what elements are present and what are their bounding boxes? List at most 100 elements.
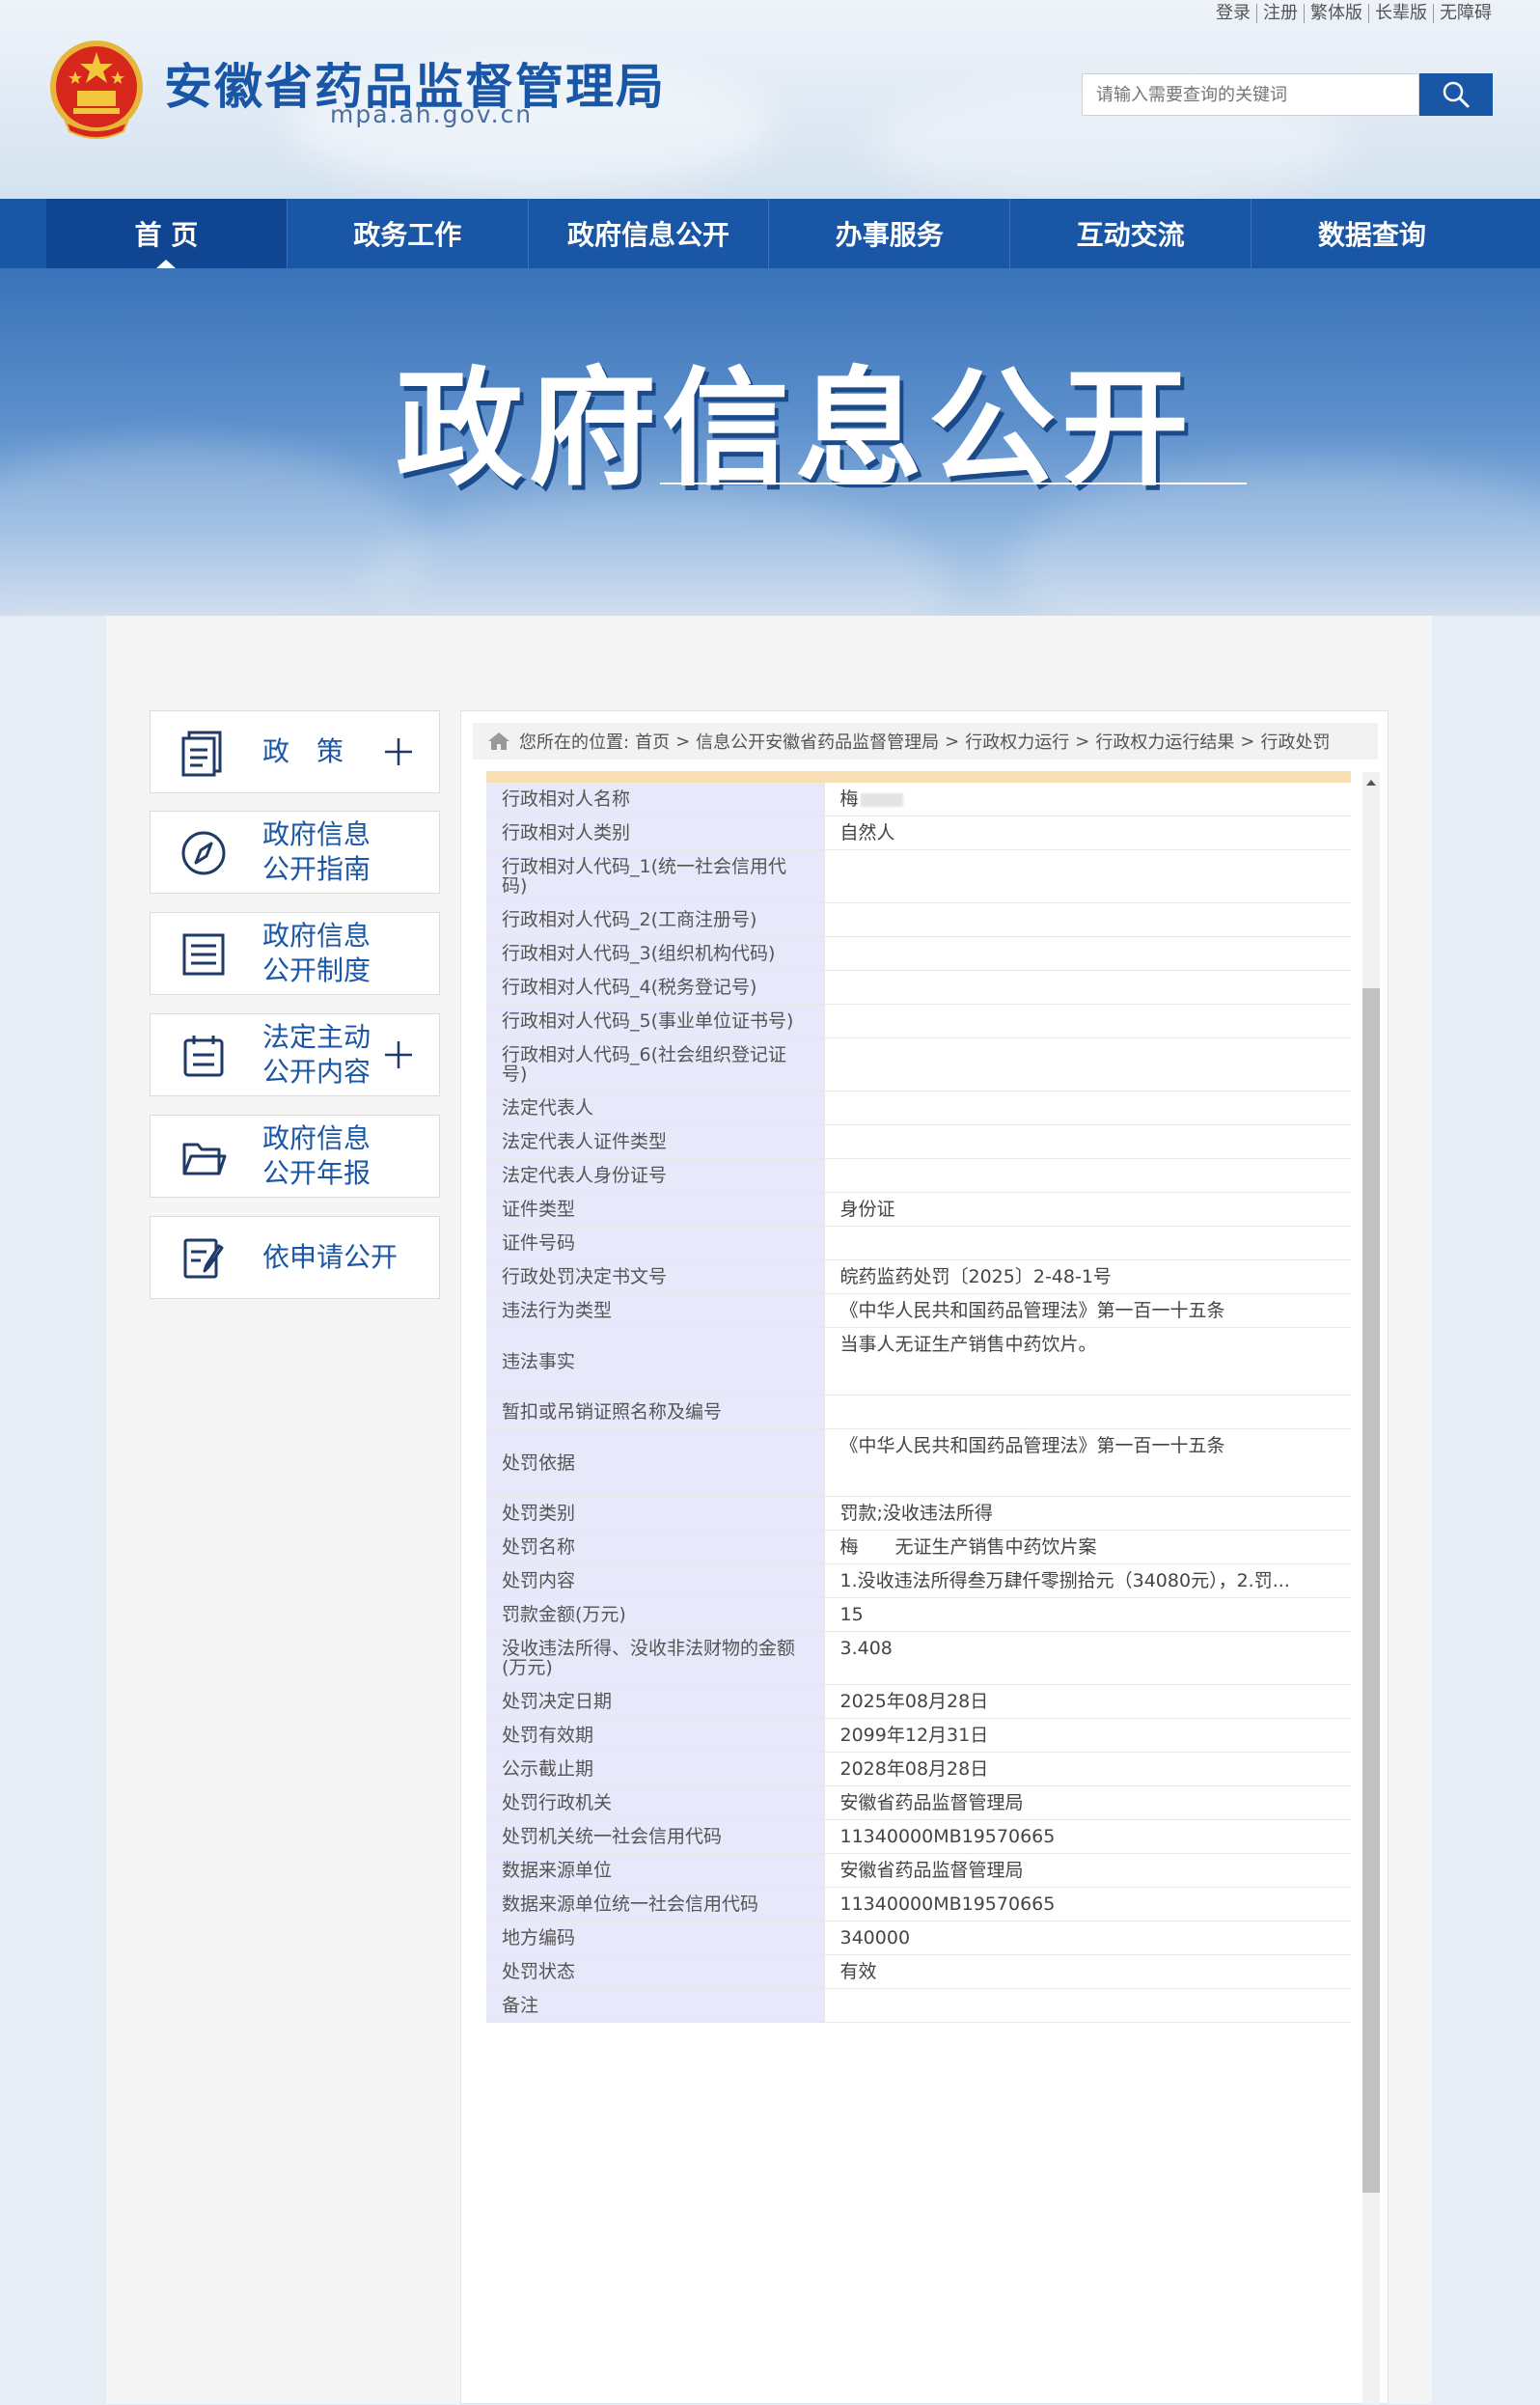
top-links: 登录 注册 繁体版 长辈版 无障碍: [1210, 4, 1492, 23]
field-label: 暂扣或吊销证照名称及编号: [486, 1395, 824, 1429]
table-row: 法定代表人: [486, 1091, 1351, 1125]
folder-icon: [182, 1143, 227, 1175]
national-emblem-icon[interactable]: [46, 39, 147, 143]
document-stack-icon: [181, 731, 222, 777]
table-row: 证件号码: [486, 1226, 1351, 1260]
field-label: 行政相对人类别: [486, 815, 824, 850]
table-row: 数据来源单位 安徽省药品监督管理局: [486, 1853, 1351, 1888]
expand-plus-icon[interactable]: [381, 1036, 416, 1074]
table-row: 地方编码 340000: [486, 1921, 1351, 1955]
field-value: [823, 1395, 1351, 1429]
nav-government-affairs[interactable]: 政务工作: [288, 199, 529, 268]
field-value: 2099年12月31日: [823, 1718, 1351, 1753]
content-scrollbar[interactable]: [1362, 772, 1380, 2404]
breadcrumb-item[interactable]: 信息公开安徽省药品监督管理局: [696, 729, 939, 754]
field-value: 15: [823, 1597, 1351, 1632]
field-value: [823, 1037, 1351, 1092]
table-row: 处罚状态 有效: [486, 1954, 1351, 1989]
penalty-record-table: 行政相对人名称梅行政相对人类别 自然人 行政相对人代码_1(统一社会信用代码) 行政相…: [486, 783, 1351, 2023]
field-label: 法定代表人身份证号: [486, 1158, 824, 1193]
traditional-chinese-link[interactable]: 繁体版: [1305, 4, 1369, 23]
sidebar-item-request-disclosure[interactable]: 依申请公开: [150, 1216, 440, 1299]
main-panel: 政 策 政府信息公开指南 政府信息公开制度 法定主动公开内容 政府信息公开年报 …: [106, 616, 1432, 2404]
table-row: 违法事实 当事人无证生产销售中药饮片。: [486, 1327, 1351, 1396]
breadcrumb-item[interactable]: 首页: [635, 729, 670, 754]
field-value: [823, 970, 1351, 1005]
table-row: 行政处罚决定书文号 皖药监药处罚〔2025〕2-48-1号: [486, 1259, 1351, 1294]
field-value: [823, 1091, 1351, 1125]
field-value: 3.408: [823, 1631, 1351, 1685]
sidebar-item-disclosure-guide[interactable]: 政府信息公开指南: [150, 811, 440, 894]
field-value: [823, 1988, 1351, 2023]
field-value: [823, 1004, 1351, 1038]
scroll-up-arrow-icon[interactable]: [1366, 780, 1376, 786]
breadcrumb-item[interactable]: 行政处罚: [1260, 729, 1330, 754]
banner-cloud: [0, 442, 425, 616]
breadcrumb-separator: >: [1075, 731, 1090, 752]
field-value: [823, 1226, 1351, 1260]
field-label: 处罚类别: [486, 1496, 824, 1531]
main-nav: 首 页 政务工作 政府信息公开 办事服务 互动交流 数据查询: [0, 199, 1540, 268]
sidebar-item-label: 政府信息公开指南: [262, 818, 371, 885]
field-label: 处罚依据: [486, 1428, 824, 1497]
nav-services[interactable]: 办事服务: [769, 199, 1011, 268]
expand-plus-icon[interactable]: [381, 733, 416, 771]
table-row: 处罚决定日期 2025年08月28日: [486, 1684, 1351, 1719]
field-label: 行政相对人代码_4(税务登记号): [486, 970, 824, 1005]
field-label: 违法行为类型: [486, 1293, 824, 1328]
table-row: 行政相对人名称梅: [486, 783, 1351, 816]
field-value: 《中华人民共和国药品管理法》第一百一十五条: [823, 1293, 1351, 1328]
field-label: 处罚名称: [486, 1530, 824, 1564]
field-value: 11340000MB19570665: [823, 1819, 1351, 1854]
register-link[interactable]: 注册: [1257, 4, 1305, 23]
field-label: 罚款金额(万元): [486, 1597, 824, 1632]
table-row: 处罚机关统一社会信用代码 11340000MB19570665: [486, 1819, 1351, 1854]
field-label: 公示截止期: [486, 1752, 824, 1786]
search-input[interactable]: [1082, 73, 1419, 116]
table-top-bar: [486, 771, 1351, 783]
field-value-text: 梅: [839, 788, 859, 810]
sidebar-item-policy[interactable]: 政 策: [150, 710, 440, 793]
sidebar-item-label: 政 策: [262, 735, 344, 767]
login-link[interactable]: 登录: [1210, 4, 1257, 23]
table-row: 行政相对人代码_6(社会组织登记证号): [486, 1037, 1351, 1092]
field-label: 数据来源单位: [486, 1853, 824, 1888]
nav-interaction[interactable]: 互动交流: [1010, 199, 1251, 268]
field-label: 行政相对人代码_1(统一社会信用代码): [486, 849, 824, 903]
breadcrumb-item[interactable]: 行政权力运行结果: [1095, 729, 1234, 754]
sidebar-item-label: 政府信息公开制度: [262, 920, 371, 986]
sidebar-item-annual-report[interactable]: 政府信息公开年报: [150, 1115, 440, 1198]
table-row: 没收违法所得、没收非法财物的金额(万元) 3.408: [486, 1631, 1351, 1685]
field-label: 行政相对人代码_5(事业单位证书号): [486, 1004, 824, 1038]
breadcrumb-item[interactable]: 行政权力运行: [965, 729, 1069, 754]
field-value: 罚款;没收违法所得: [823, 1496, 1351, 1531]
field-value: [823, 902, 1351, 937]
table-row: 数据来源单位统一社会信用代码 11340000MB19570665: [486, 1887, 1351, 1921]
sidebar-item-disclosure-system[interactable]: 政府信息公开制度: [150, 912, 440, 995]
breadcrumb-separator: >: [1240, 731, 1255, 752]
accessibility-link[interactable]: 无障碍: [1434, 4, 1492, 23]
field-label: 行政相对人代码_3(组织机构代码): [486, 936, 824, 971]
field-label: 证件类型: [486, 1192, 824, 1227]
field-value: 1.没收违法所得叁万肆仟零捌拾元（34080元），2.罚...: [823, 1563, 1351, 1598]
record-table-container[interactable]: 行政相对人名称梅行政相对人类别 自然人 行政相对人代码_1(统一社会信用代码) 行政相…: [486, 771, 1351, 2405]
scroll-thumb[interactable]: [1362, 988, 1380, 2193]
table-row: 暂扣或吊销证照名称及编号: [486, 1395, 1351, 1429]
nav-home[interactable]: 首 页: [46, 199, 288, 268]
table-row: 罚款金额(万元) 15: [486, 1597, 1351, 1632]
nav-data-query[interactable]: 数据查询: [1251, 199, 1493, 268]
search-button[interactable]: [1419, 73, 1493, 116]
field-label: 处罚决定日期: [486, 1684, 824, 1719]
field-value: 有效: [823, 1954, 1351, 1989]
field-value: 340000: [823, 1921, 1351, 1955]
sidebar-item-statutory-content[interactable]: 法定主动公开内容: [150, 1013, 440, 1096]
table-row: 行政相对人代码_1(统一社会信用代码): [486, 849, 1351, 903]
field-value: [823, 1124, 1351, 1159]
breadcrumb: 您所在的位置: 首页 > 信息公开安徽省药品监督管理局 > 行政权力运行 > 行…: [473, 723, 1378, 760]
elderly-version-link[interactable]: 长辈版: [1369, 4, 1434, 23]
field-label: 证件号码: [486, 1226, 824, 1260]
field-value: 当事人无证生产销售中药饮片。: [823, 1327, 1351, 1396]
nav-information-disclosure[interactable]: 政府信息公开: [529, 199, 770, 268]
field-value: 安徽省药品监督管理局: [823, 1785, 1351, 1820]
list-document-icon: [182, 933, 225, 976]
